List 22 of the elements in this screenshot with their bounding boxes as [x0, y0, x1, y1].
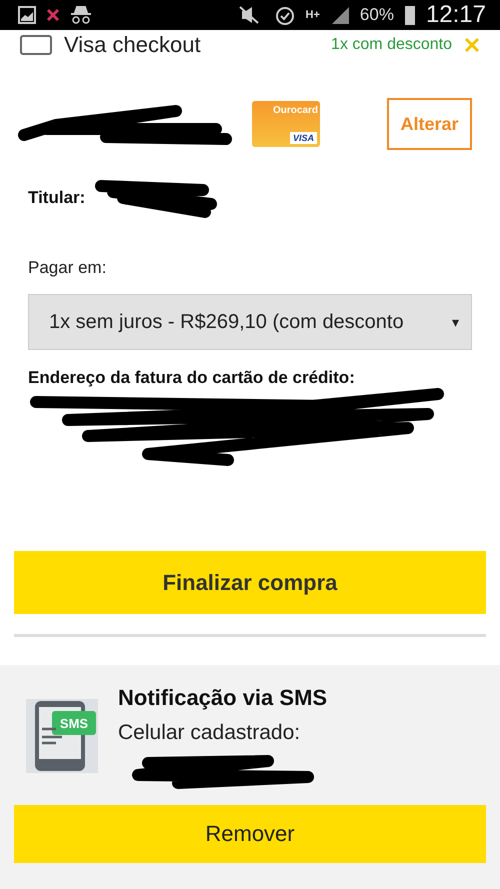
battery-icon	[404, 4, 416, 26]
phone-label: Celular cadastrado:	[118, 721, 302, 745]
discount-note: 1x com desconto	[331, 36, 452, 54]
card-logo: Ourocard VISA	[252, 101, 320, 148]
clock: 12:17	[426, 1, 486, 30]
remove-button[interactable]: Remover	[14, 805, 486, 863]
battery-percent: 60%	[360, 5, 394, 26]
phone-sms-icon: SMS	[26, 699, 98, 773]
holder-label: Titular:	[28, 188, 86, 208]
checkbox[interactable]	[20, 35, 52, 56]
address-heading: Endereço da fatura do cartão de crédito:	[28, 368, 356, 388]
incognito-icon	[70, 6, 92, 24]
option-label: Visa checkout	[64, 32, 201, 58]
finish-purchase-button[interactable]: Finalizar compra	[14, 551, 486, 614]
signal-icon	[330, 5, 350, 26]
close-icon	[46, 8, 60, 22]
network-type: H+	[306, 10, 320, 20]
installments-select[interactable]: 1x sem juros - R$269,10 (com desconto ▾	[28, 294, 472, 350]
sms-title: Notificação via SMS	[118, 685, 328, 711]
installments-label: Pagar em:	[28, 258, 108, 278]
image-icon	[18, 6, 36, 24]
alarm-icon	[274, 4, 296, 26]
